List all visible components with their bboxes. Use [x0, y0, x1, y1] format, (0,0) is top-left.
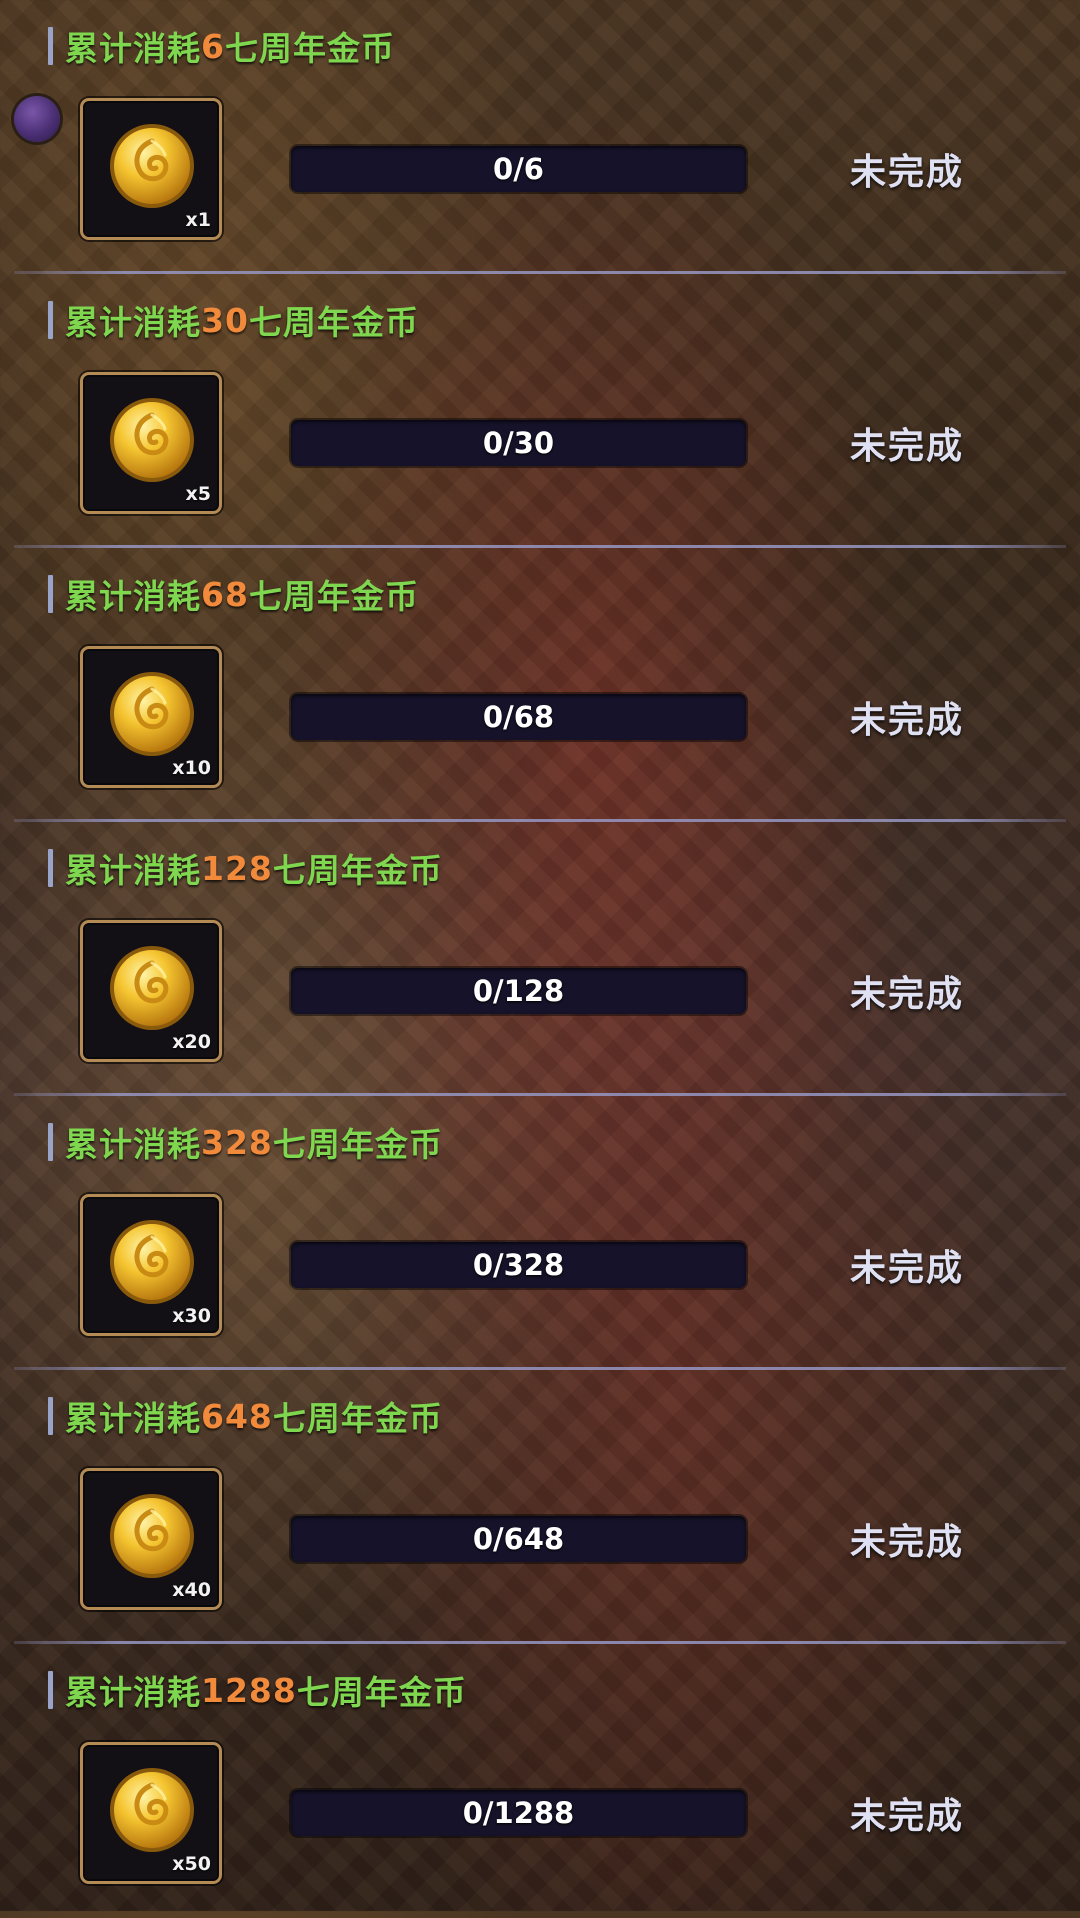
progress-text: 0/30	[482, 426, 555, 460]
task-title: 累计消耗 648 七周年金币	[48, 1394, 443, 1438]
task-title-prefix: 累计消耗	[65, 851, 201, 890]
task-title-amount: 1288	[201, 1670, 297, 1710]
reward-item[interactable]: x30	[80, 1194, 222, 1336]
title-marker	[48, 27, 53, 65]
task-title-suffix: 七周年金币	[296, 1673, 467, 1712]
progress-bar: 0/68	[291, 694, 746, 740]
task-row: 累计消耗 648 七周年金币 x40 0/648 未完成	[0, 1370, 1080, 1644]
reward-count: x10	[172, 757, 211, 779]
title-marker	[48, 301, 53, 339]
task-title-suffix: 七周年金币	[224, 29, 395, 68]
task-row: 累计消耗 128 七周年金币 x20 0/128 未完成	[0, 822, 1080, 1096]
title-marker	[48, 849, 53, 887]
task-title-suffix: 七周年金币	[272, 851, 443, 890]
progress-text: 0/648	[472, 1522, 565, 1556]
title-marker	[48, 1397, 53, 1435]
task-title-amount: 328	[201, 1122, 273, 1162]
progress-bar: 0/1288	[291, 1790, 746, 1836]
task-row: 累计消耗 328 七周年金币 x30 0/328 未完成	[0, 1096, 1080, 1370]
gold-coin-icon	[110, 672, 194, 756]
reward-count: x1	[185, 209, 211, 231]
progress-bar: 0/30	[291, 420, 746, 466]
task-title-prefix: 累计消耗	[65, 1125, 201, 1164]
task-row: 累计消耗 68 七周年金币 x10 0/68 未完成	[0, 548, 1080, 822]
progress-text: 0/1288	[462, 1796, 575, 1830]
task-title-prefix: 累计消耗	[65, 577, 201, 616]
task-title: 累计消耗 30 七周年金币	[48, 298, 419, 342]
task-title-suffix: 七周年金币	[272, 1125, 443, 1164]
task-title-suffix: 七周年金币	[248, 577, 419, 616]
progress-bar: 0/6	[291, 146, 746, 192]
progress-text: 0/6	[493, 152, 544, 186]
reward-item[interactable]: x40	[80, 1468, 222, 1610]
gold-coin-icon	[110, 1768, 194, 1852]
task-title-amount: 30	[201, 300, 249, 340]
reward-item[interactable]: x5	[80, 372, 222, 514]
task-title-prefix: 累计消耗	[65, 1673, 201, 1712]
status-label: 未完成	[850, 1248, 965, 1289]
gold-coin-icon	[110, 946, 194, 1030]
task-row: 累计消耗 6 七周年金币 x1 0/6 未完成	[0, 0, 1080, 274]
progress-bar: 0/648	[291, 1516, 746, 1562]
status-label: 未完成	[850, 1796, 965, 1837]
task-list: 累计消耗 6 七周年金币 x1 0/6 未完成 累计消耗 30 七周年金币 x5 0/3…	[0, 0, 1080, 1918]
task-title: 累计消耗 68 七周年金币	[48, 572, 419, 616]
task-title-prefix: 累计消耗	[65, 1399, 201, 1438]
task-row: 累计消耗 30 七周年金币 x5 0/30 未完成	[0, 274, 1080, 548]
title-marker	[48, 575, 53, 613]
task-title-suffix: 七周年金币	[248, 303, 419, 342]
reward-item[interactable]: x50	[80, 1742, 222, 1884]
task-title-amount: 128	[201, 848, 273, 888]
progress-text: 0/328	[472, 1248, 565, 1282]
reward-count: x30	[172, 1305, 211, 1327]
gold-coin-icon	[110, 124, 194, 208]
progress-bar: 0/328	[291, 1242, 746, 1288]
progress-text: 0/68	[482, 700, 555, 734]
status-label: 未完成	[850, 152, 965, 193]
task-title: 累计消耗 1288 七周年金币	[48, 1668, 467, 1712]
task-title: 累计消耗 6 七周年金币	[48, 24, 395, 68]
status-label: 未完成	[850, 1522, 965, 1563]
title-marker	[48, 1671, 53, 1709]
reward-item[interactable]: x10	[80, 646, 222, 788]
task-title: 累计消耗 128 七周年金币	[48, 846, 443, 890]
task-title-prefix: 累计消耗	[65, 303, 201, 342]
reward-count: x20	[172, 1031, 211, 1053]
task-title-suffix: 七周年金币	[272, 1399, 443, 1438]
progress-text: 0/128	[472, 974, 565, 1008]
reward-count: x50	[172, 1853, 211, 1875]
reward-item[interactable]: x20	[80, 920, 222, 1062]
progress-bar: 0/128	[291, 968, 746, 1014]
reward-item[interactable]: x1	[80, 98, 222, 240]
title-marker	[48, 1123, 53, 1161]
status-label: 未完成	[850, 700, 965, 741]
gold-coin-icon	[110, 398, 194, 482]
task-title: 累计消耗 328 七周年金币	[48, 1120, 443, 1164]
task-title-amount: 648	[201, 1396, 273, 1436]
task-title-amount: 68	[201, 574, 249, 614]
task-title-amount: 6	[201, 26, 225, 66]
task-row: 累计消耗 1288 七周年金币 x50 0/1288 未完成	[0, 1644, 1080, 1918]
task-title-prefix: 累计消耗	[65, 29, 201, 68]
gold-coin-icon	[110, 1494, 194, 1578]
status-label: 未完成	[850, 974, 965, 1015]
reward-count: x5	[185, 483, 211, 505]
reward-count: x40	[172, 1579, 211, 1601]
status-label: 未完成	[850, 426, 965, 467]
gold-coin-icon	[110, 1220, 194, 1304]
